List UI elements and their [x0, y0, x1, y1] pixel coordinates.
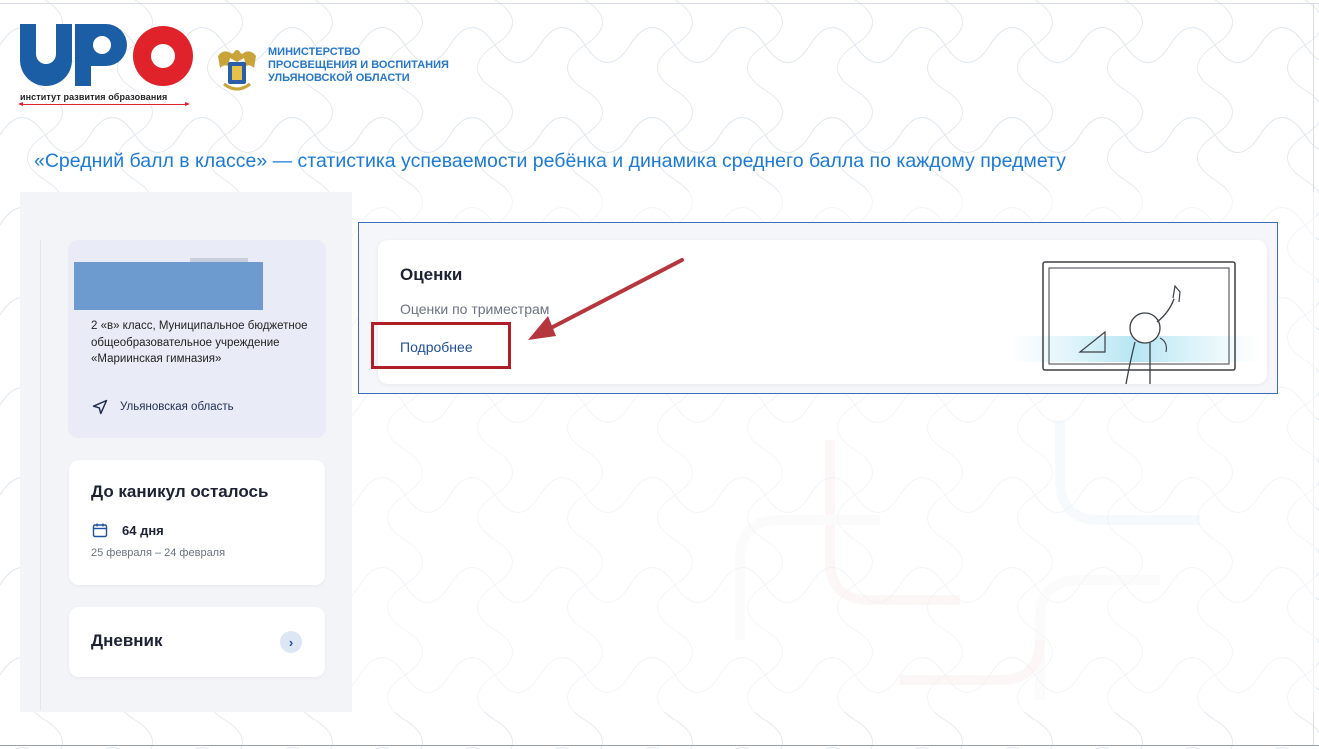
chevron-right-icon[interactable]: › [280, 631, 302, 653]
student-school-info: 2 «в» класс, Муниципальное бюджетное общ… [91, 320, 308, 365]
vacation-date-range: 25 февраля – 24 февраля [91, 547, 226, 559]
navigation-arrow-icon [92, 399, 108, 415]
frame-bottom-line [0, 745, 1319, 746]
grades-title: Оценки [400, 265, 463, 284]
blackboard-illustration [1010, 261, 1260, 384]
ministry-line-2: ПРОСВЕЩЕНИЯ И ВОСПИТАНИЯ [268, 59, 449, 71]
more-link-highlight-box [371, 322, 511, 369]
vacation-days: 64 дня [92, 522, 164, 538]
calendar-icon [92, 523, 108, 538]
logo-caption: институт развития образования [20, 92, 168, 102]
ministry-line-1: МИНИСТЕРСТВО [268, 46, 361, 58]
ministry-title: МИНИСТЕРСТВО ПРОСВЕЩЕНИЯ И ВОСПИТАНИЯ УЛ… [268, 46, 449, 85]
diary-title: Дневник [91, 631, 163, 650]
grades-subtitle: Оценки по триместрам [400, 301, 550, 317]
slide-headline: «Средний балл в классе» — статистика усп… [34, 150, 1066, 172]
logo-underline [18, 102, 190, 106]
logo-letter-i [20, 24, 72, 86]
sidebar-divider [40, 240, 41, 710]
vacation-title: До каникул осталось [91, 482, 269, 501]
redacted-student-name [74, 262, 263, 310]
region-label: Ульяновская область [120, 401, 234, 413]
ministry-emblem-icon [218, 50, 256, 91]
iro-logo-mark [20, 24, 193, 86]
days-value: 64 дня [122, 522, 164, 538]
student-region: Ульяновская область [92, 399, 234, 415]
logo-letter-r [75, 24, 127, 86]
frame-top-line [0, 3, 1319, 4]
logo-letter-o [133, 26, 193, 86]
ministry-line-3: УЛЬЯНОВСКОЙ ОБЛАСТИ [268, 72, 410, 84]
iro-logo: институт развития образования [18, 24, 193, 106]
